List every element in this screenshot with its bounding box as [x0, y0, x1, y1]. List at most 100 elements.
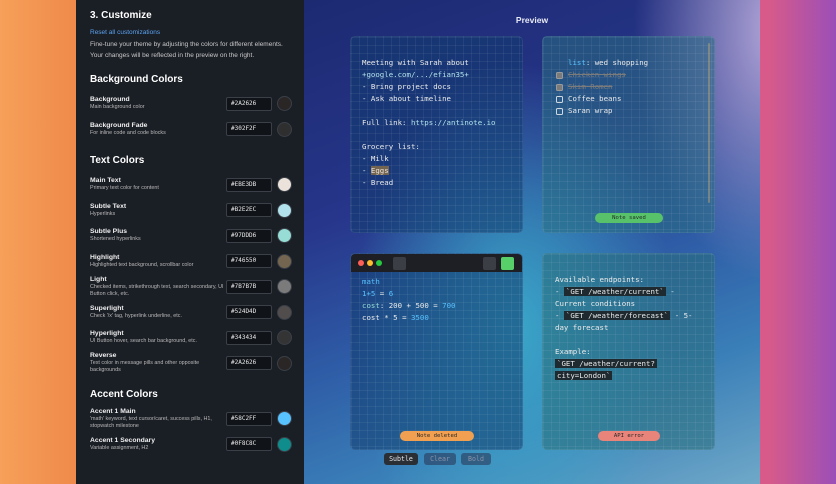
color-description: Checked items, strikethrough text, searc… [90, 283, 224, 297]
color-row-main-text: Main Text Primary text color for content #… [90, 172, 292, 198]
preview-card-notes[interactable]: Meeting with Sarah about +google.com/...… [350, 36, 523, 233]
checklist-item[interactable]: Coffee beans [556, 93, 704, 105]
color-description: Highlighted text background, scrollbar c… [90, 261, 194, 268]
color-swatch[interactable] [277, 228, 292, 244]
accent-colors-title: Accent Colors [90, 389, 158, 400]
preview-card-list[interactable]: list: wed shopping Chicken wings Skim Rom… [542, 36, 715, 233]
close-dot-icon[interactable] [358, 260, 364, 266]
toolbar-button[interactable] [393, 257, 406, 270]
color-swatch[interactable] [277, 202, 292, 218]
checklist-item-text: Saran wrap [568, 106, 613, 115]
toolbar-button[interactable] [483, 257, 496, 270]
subtle-format-button[interactable]: Subtle [384, 453, 418, 465]
customize-panel: 3. Customize Reset all customizations Fi… [76, 0, 304, 484]
color-description: For inline code and code blocks [90, 129, 166, 136]
color-description: Primary text color for content [90, 185, 159, 192]
color-description: Main background color [90, 104, 145, 111]
math-result: 700 [442, 301, 456, 310]
zoom-dot-icon[interactable] [376, 260, 382, 266]
list-content: list: wed shopping Chicken wings Skim Rom… [556, 57, 704, 117]
color-description: Text color in message pills and other op… [90, 360, 200, 374]
math-number: 200 [388, 301, 403, 310]
checkbox-icon[interactable] [556, 95, 563, 103]
checklist: Chicken wings Skim Romen Coffee beans Saran… [556, 69, 704, 117]
color-swatch[interactable] [277, 304, 292, 320]
hex-input[interactable]: #58C2FF [226, 411, 272, 426]
bold-format-button[interactable]: Bold [461, 453, 491, 465]
hex-input[interactable]: #97DDD6 [226, 228, 272, 243]
color-description: Variable assignment, H2 [90, 444, 149, 451]
color-label: Light [90, 275, 107, 283]
checkbox-icon[interactable] [556, 71, 563, 79]
color-label: Subtle Plus [90, 228, 128, 236]
math-result: 3500 [410, 313, 429, 322]
color-swatch[interactable] [277, 355, 292, 371]
color-label: Reverse [90, 352, 117, 360]
hex-input[interactable]: #0F8C8C [226, 437, 272, 452]
color-swatch[interactable] [277, 411, 292, 427]
color-swatch[interactable] [277, 279, 292, 295]
checklist-item-text: Coffee beans [568, 94, 622, 103]
inline-code: `GET /weather/current` [563, 287, 666, 296]
color-description: Check '/x' tag, hyperlink underline, etc… [90, 312, 182, 319]
color-row-text: Reverse Text color in message pills and o… [90, 352, 226, 374]
hex-input[interactable]: #2A2626 [226, 356, 272, 371]
math-op: * [379, 313, 394, 322]
color-row-superlight: Superlight Check '/x' tag, hyperlink unde… [90, 300, 292, 326]
hex-input[interactable]: #B2E2EC [226, 203, 272, 218]
color-label: Highlight [90, 253, 120, 261]
color-row-accent-1-secondary: Accent 1 Secondary Variable assignment, H… [90, 432, 292, 458]
minimize-dot-icon[interactable] [367, 260, 373, 266]
reset-customizations-link[interactable]: Reset all customizations [90, 29, 292, 36]
notes-line: Full link: [362, 118, 411, 127]
preview-card-math[interactable]: math 1+5 = 6 cost: 200 + 500 = 700 cost … [350, 253, 523, 450]
checklist-item[interactable]: Skim Romen [556, 81, 704, 93]
color-row-text: Hyperlight UI Button hover, search bar ba… [90, 330, 226, 345]
preview-card-api[interactable]: Available endpoints: - `GET /weather/cur… [542, 253, 715, 450]
hex-input[interactable]: #7B7B7B [226, 279, 272, 294]
color-row-text: Highlight Highlighted text background, sc… [90, 254, 226, 269]
color-row-highlight: Highlight Highlighted text background, sc… [90, 249, 292, 275]
color-swatch[interactable] [277, 436, 292, 452]
hex-input[interactable]: #EBE3DB [226, 177, 272, 192]
math-variable: cost [362, 301, 380, 310]
hex-input[interactable]: #746550 [226, 254, 272, 269]
math-op: = [428, 301, 443, 310]
math-op: = [375, 289, 389, 298]
hex-input[interactable]: #2A2626 [226, 96, 272, 111]
accent-colors-list: Accent 1 Main'math' keyword, text cursor… [90, 406, 292, 457]
toolbar-button[interactable] [501, 257, 514, 270]
api-line: Current conditions [555, 299, 636, 308]
scrollbar[interactable] [708, 43, 710, 203]
color-label: Background [90, 96, 130, 104]
hex-input[interactable]: #343434 [226, 330, 272, 345]
list-title: : wed shopping [585, 58, 649, 67]
api-error-pill: API error [598, 431, 660, 441]
full-hyperlink[interactable]: https://antinote.io [411, 118, 496, 127]
background-colors-title: Background Colors [90, 74, 183, 85]
hex-input[interactable]: #524D4D [226, 305, 272, 320]
color-swatch[interactable] [277, 330, 292, 346]
color-swatch[interactable] [277, 177, 292, 193]
hex-input[interactable]: #302F2F [226, 122, 272, 137]
background-colors-list: Background Main background color #2A2626 Ba… [90, 91, 292, 142]
short-hyperlink[interactable]: +google.com/.../efian35+ [362, 70, 469, 79]
checkbox-icon[interactable] [556, 83, 563, 91]
api-line: - 5- [670, 311, 693, 320]
api-line: - [555, 287, 564, 296]
color-swatch[interactable] [277, 253, 292, 269]
clear-format-button[interactable]: Clear [424, 453, 456, 465]
color-row-subtle-text: Subtle Text Hyperlinks #B2E2EC [90, 198, 292, 224]
checklist-item-text: Skim Romen [568, 82, 613, 91]
checkbox-icon[interactable] [556, 107, 563, 115]
notes-content: Meeting with Sarah about +google.com/...… [362, 57, 514, 189]
color-swatch[interactable] [277, 96, 292, 112]
checklist-item[interactable]: Saran wrap [556, 105, 704, 117]
math-op: : [379, 301, 389, 310]
checklist-item[interactable]: Chicken wings [556, 69, 704, 81]
color-swatch[interactable] [277, 121, 292, 137]
notes-line: - Ask about timeline [362, 94, 451, 103]
math-op: = [397, 313, 411, 322]
color-row-text: Main Text Primary text color for content [90, 177, 226, 192]
color-row-text: Subtle Plus Shortened hyperlinks [90, 228, 226, 243]
